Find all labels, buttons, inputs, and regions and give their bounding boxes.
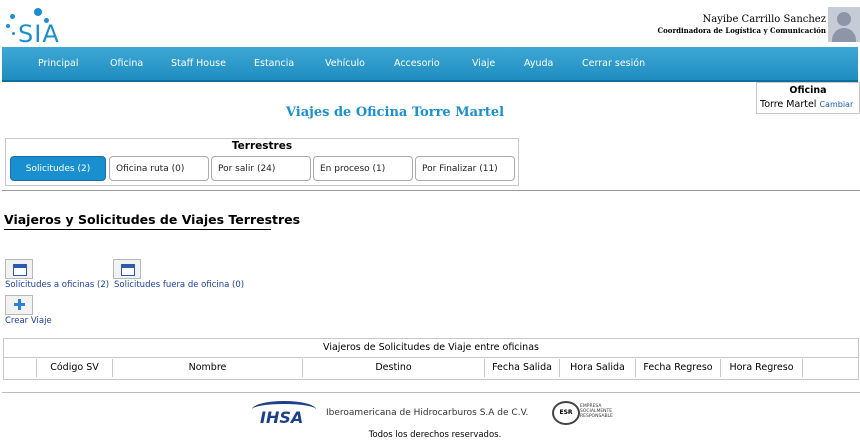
table-caption: Viajeros de Solicitudes de Viaje entre o… (4, 339, 858, 358)
nav-estancia[interactable]: Estancia (254, 47, 294, 80)
plus-icon (14, 299, 25, 310)
col-actions (802, 359, 856, 377)
solicitudes-fuera-button[interactable] (113, 259, 141, 279)
crear-viaje-button[interactable] (5, 295, 33, 315)
user-role: Coordinadora de Logística y Comunicación (657, 26, 826, 35)
calendar-icon (121, 264, 135, 276)
col-select (4, 359, 36, 377)
col-hora-regreso[interactable]: Hora Regreso (720, 359, 802, 377)
user-name: Nayibe Carrillo Sanchez (702, 14, 826, 25)
main-nav: Principal Oficina Staff House Estancia V… (2, 47, 858, 82)
tab-por-salir[interactable]: Por salir (24) (211, 156, 311, 181)
terrestres-title: Terrestres (231, 140, 293, 152)
viajeros-table: Viajeros de Solicitudes de Viaje entre o… (3, 338, 859, 380)
nav-vehiculo[interactable]: Vehículo (325, 47, 365, 80)
ihsa-logo-text: IHSA (260, 408, 304, 427)
section-title: Viajeros y Solicitudes de Viajes Terrest… (4, 212, 301, 227)
section-underline (4, 229, 271, 230)
change-office-link[interactable]: Cambiar (819, 100, 853, 109)
page-title: Viajes de Oficina Torre Martel (285, 105, 505, 120)
footer-divider (2, 392, 860, 393)
tab-en-proceso[interactable]: En proceso (1) (313, 156, 413, 181)
tab-oficina-ruta[interactable]: Oficina ruta (0) (109, 156, 209, 181)
ihsa-logo: IHSA (248, 398, 320, 428)
esr-text: EMPRESA SOCIALMENTE RESPONSABLE (580, 404, 613, 419)
tab-solicitudes[interactable]: Solicitudes (2) (10, 156, 106, 181)
tab-por-finalizar[interactable]: Por Finalizar (11) (415, 156, 515, 181)
office-title: Oficina (789, 85, 827, 96)
col-fecha-regreso[interactable]: Fecha Regreso (635, 359, 720, 377)
avatar[interactable] (828, 7, 860, 42)
col-fecha-salida[interactable]: Fecha Salida (484, 359, 559, 377)
col-nombre[interactable]: Nombre (112, 359, 302, 377)
nav-cerrar-sesion[interactable]: Cerrar sesión (582, 47, 645, 80)
company-name: Iberoamericana de Hidrocarburos S.A de C… (326, 408, 529, 418)
solicitudes-fuera-link[interactable]: Solicitudes fuera de oficina (0) (114, 280, 244, 290)
nav-oficina[interactable]: Oficina (110, 47, 143, 80)
user-info: Nayibe Carrillo Sanchez Coordinadora de … (658, 14, 826, 35)
solicitudes-oficinas-link[interactable]: Solicitudes a oficinas (2) (5, 280, 109, 290)
nav-staff-house[interactable]: Staff House (171, 47, 226, 80)
divider (2, 190, 860, 191)
logo-text: SIA (18, 20, 60, 48)
crear-viaje-link[interactable]: Crear Viaje (5, 316, 52, 326)
nav-accesorio[interactable]: Accesorio (394, 47, 440, 80)
sia-logo: SIA (4, 6, 66, 48)
nav-ayuda[interactable]: Ayuda (524, 47, 553, 80)
esr-logo: ESR (552, 401, 580, 425)
copyright: Todos los derechos reservados. (368, 430, 502, 440)
nav-principal[interactable]: Principal (38, 47, 78, 80)
col-hora-salida[interactable]: Hora Salida (559, 359, 635, 377)
solicitudes-oficinas-button[interactable] (5, 259, 33, 279)
calendar-icon (13, 264, 27, 276)
col-codigo-sv[interactable]: Código SV (36, 359, 112, 377)
col-destino[interactable]: Destino (302, 359, 484, 377)
terrestres-panel: Terrestres Solicitudes (2) Oficina ruta … (5, 138, 519, 186)
nav-viaje[interactable]: Viaje (472, 47, 495, 80)
